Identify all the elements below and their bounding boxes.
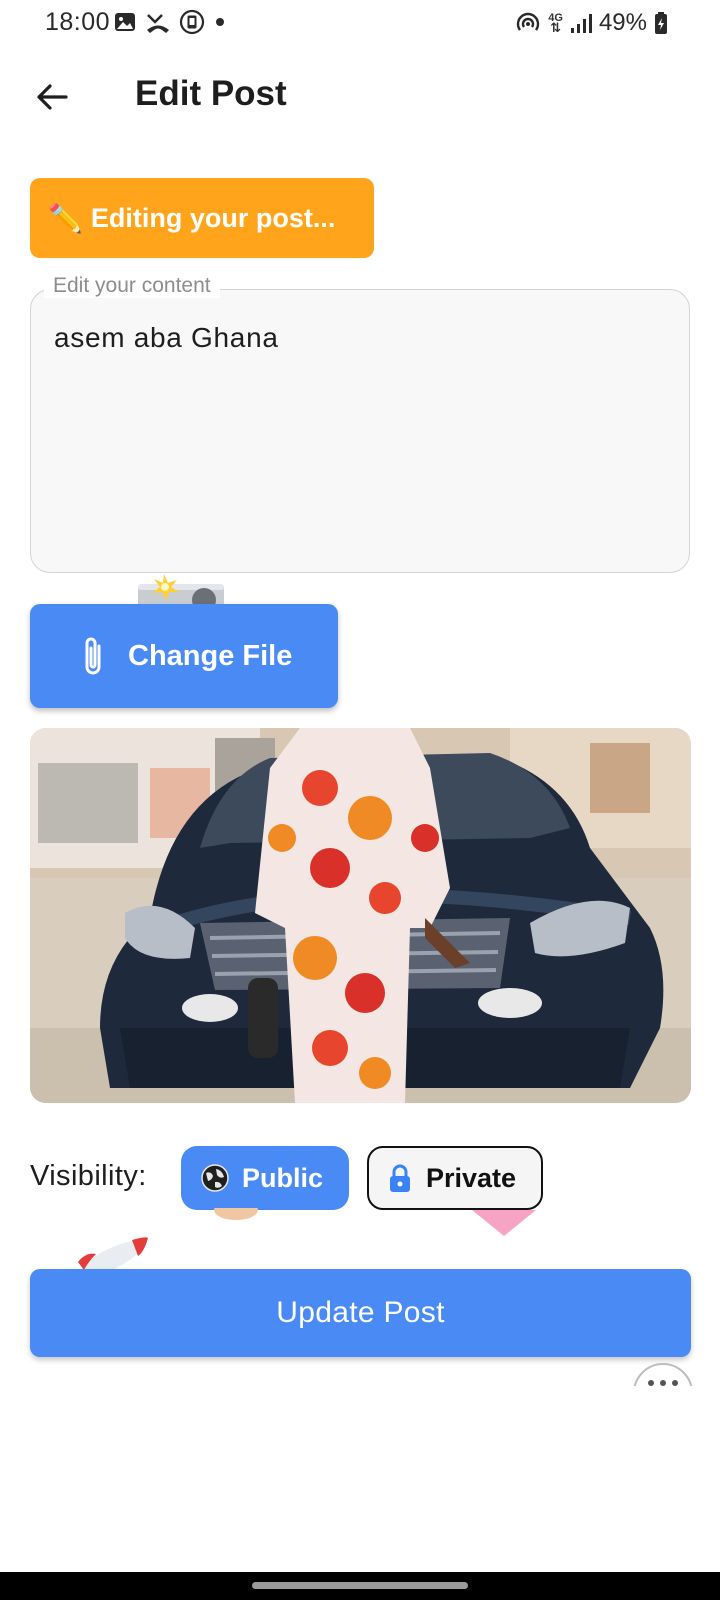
content-field-value[interactable]: asem aba Ghana (54, 322, 279, 354)
editing-banner: ✏️ Editing your post... (30, 178, 374, 258)
visibility-label: Visibility: (30, 1160, 147, 1192)
camera-flash-decoration-icon (138, 574, 224, 604)
editing-banner-text: Editing your post... (90, 202, 336, 233)
visibility-public-label: Public (242, 1162, 324, 1193)
globe-icon (201, 1164, 229, 1192)
visibility-public-option[interactable]: Public (181, 1146, 349, 1210)
battery-percentage: 49% (598, 9, 647, 36)
paperclip-icon (85, 637, 101, 675)
lock-icon (390, 1164, 410, 1192)
page-title: Edit Post (135, 74, 287, 113)
update-post-label: Update Post (276, 1296, 445, 1329)
status-time: 18:00 (45, 8, 111, 36)
visibility-private-label: Private (426, 1162, 517, 1193)
status-system-icons: 4G ⇅ 49% (515, 9, 668, 37)
back-button[interactable] (26, 72, 78, 122)
image-preview (30, 728, 691, 1103)
signal-icon (570, 14, 592, 33)
content-field-label: Edit your content (44, 274, 220, 298)
dot-icon (216, 18, 224, 26)
heart-emoji-fragment-icon (472, 1210, 536, 1238)
battery-icon (655, 12, 667, 34)
system-navigation-bar (0, 1572, 720, 1600)
hand-emoji-fragment-icon (214, 1208, 258, 1222)
data-arrows-icon: 4G ⇅ (548, 12, 563, 35)
arrow-left-icon (37, 84, 68, 110)
status-notification-icons (113, 9, 227, 35)
gallery-icon (115, 13, 135, 31)
missed-call-icon (147, 14, 169, 33)
more-dots-icon (633, 1363, 693, 1386)
pencil-icon: ✏️ (48, 202, 83, 234)
status-bar: 18:00 4G ⇅ 49% (0, 0, 720, 46)
update-post-button[interactable]: Update Post (30, 1269, 691, 1357)
visibility-private-option[interactable]: Private (367, 1146, 543, 1210)
screenshot-icon (179, 9, 205, 35)
hotspot-icon (517, 12, 540, 31)
home-gesture-handle[interactable] (252, 1582, 468, 1589)
change-file-label: Change File (128, 639, 293, 672)
change-file-button[interactable]: Change File (30, 604, 338, 708)
more-options-button[interactable] (632, 1362, 694, 1386)
rocket-emoji-icon (72, 1236, 152, 1270)
